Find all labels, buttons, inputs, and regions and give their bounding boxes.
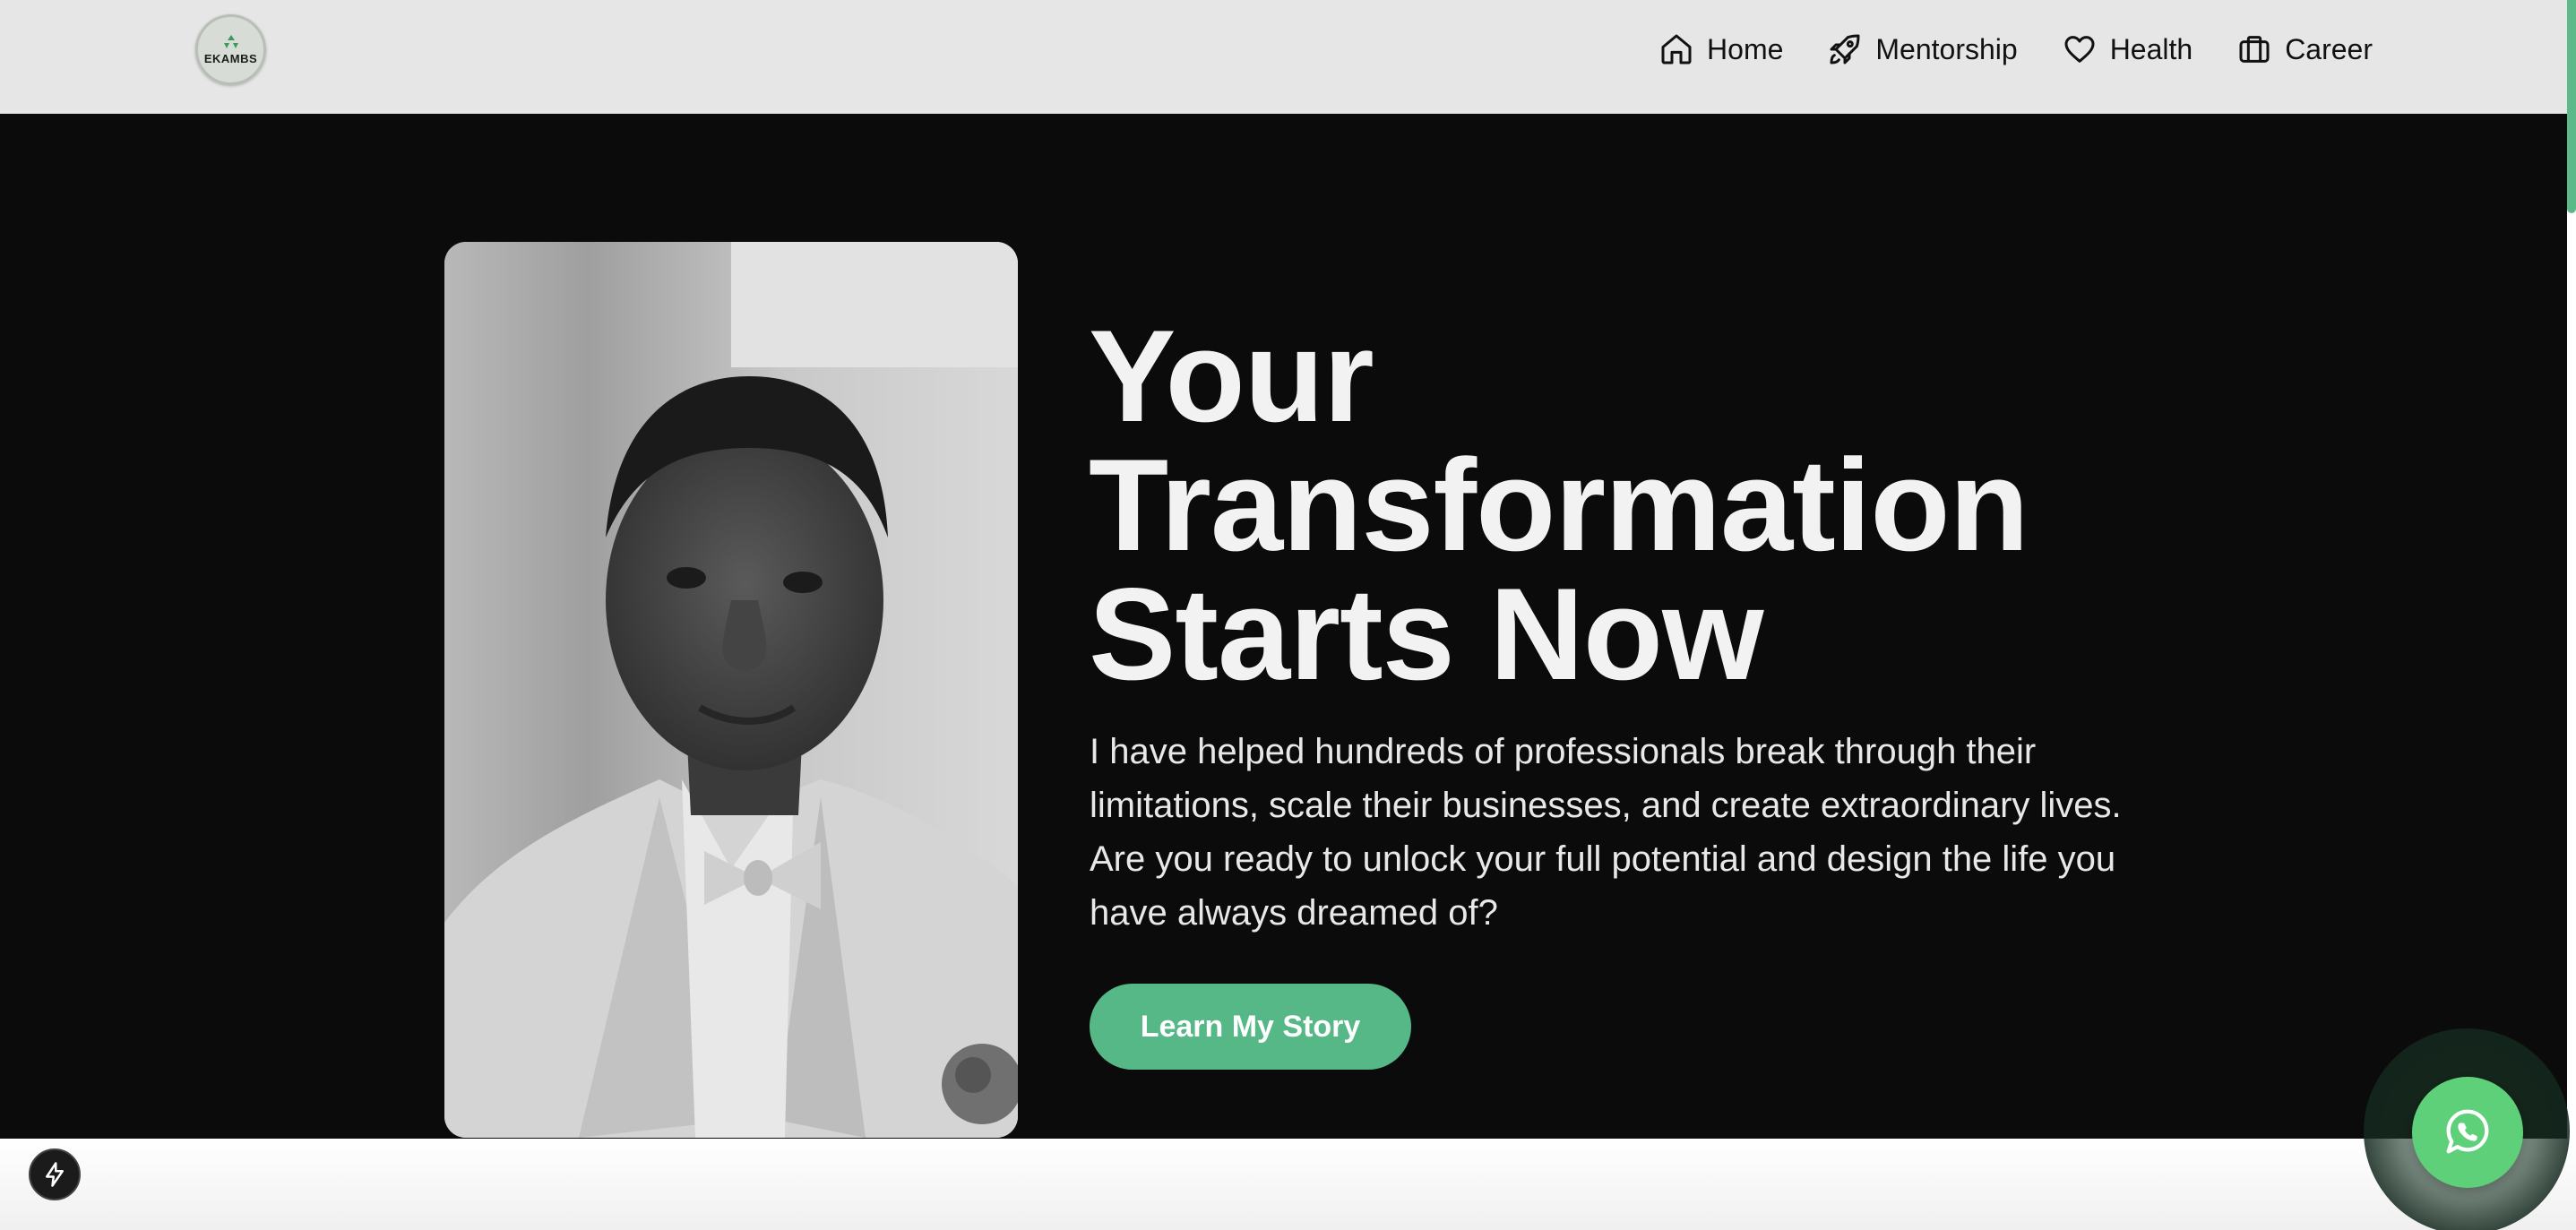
headline-line-2: Transformation bbox=[1089, 432, 2029, 578]
whatsapp-button[interactable] bbox=[2412, 1077, 2523, 1188]
hero-paragraph: I have helped hundreds of professionals … bbox=[1090, 732, 2122, 933]
rocket-icon bbox=[1830, 34, 1860, 65]
heart-icon bbox=[2064, 36, 2095, 63]
hero-headline: Your Transformation Starts Now bbox=[1089, 303, 2164, 707]
learn-my-story-button[interactable]: Learn My Story bbox=[1090, 984, 1411, 1070]
headline-line-1: Your bbox=[1089, 303, 1374, 449]
portrait-illustration bbox=[444, 242, 1018, 1138]
nav-item-health[interactable]: Health bbox=[2062, 31, 2193, 67]
logo-text: EKAMBS bbox=[203, 52, 258, 65]
nav-label-health: Health bbox=[2109, 32, 2193, 65]
portrait-photo bbox=[444, 242, 1018, 1138]
headline-line-3: Starts Now bbox=[1089, 561, 1764, 707]
hero-section: Your Transformation Starts Now I have he… bbox=[0, 114, 2567, 1139]
main-nav: Home Mentorship Health Career bbox=[1658, 0, 2373, 99]
dev-tools-badge[interactable] bbox=[29, 1148, 81, 1200]
nav-label-mentorship: Mentorship bbox=[1875, 32, 2018, 65]
briefcase-icon bbox=[2239, 36, 2270, 63]
nav-item-mentorship[interactable]: Mentorship bbox=[1827, 31, 2018, 67]
whatsapp-icon bbox=[2446, 1109, 2489, 1154]
top-navbar: EKAMBS Home Mentorship Health Career bbox=[0, 0, 2576, 114]
nav-label-home: Home bbox=[1707, 32, 1784, 65]
scrollbar-thumb[interactable] bbox=[2567, 0, 2576, 213]
recycle-icon bbox=[223, 35, 238, 48]
nav-item-career[interactable]: Career bbox=[2236, 31, 2373, 67]
nav-item-home[interactable]: Home bbox=[1658, 31, 1783, 67]
nav-label-career: Career bbox=[2285, 32, 2373, 65]
brand-logo[interactable]: EKAMBS bbox=[195, 14, 266, 85]
home-icon bbox=[1661, 34, 1692, 65]
next-section-top bbox=[0, 1139, 2576, 1230]
lightning-bolt-icon bbox=[46, 1162, 64, 1187]
